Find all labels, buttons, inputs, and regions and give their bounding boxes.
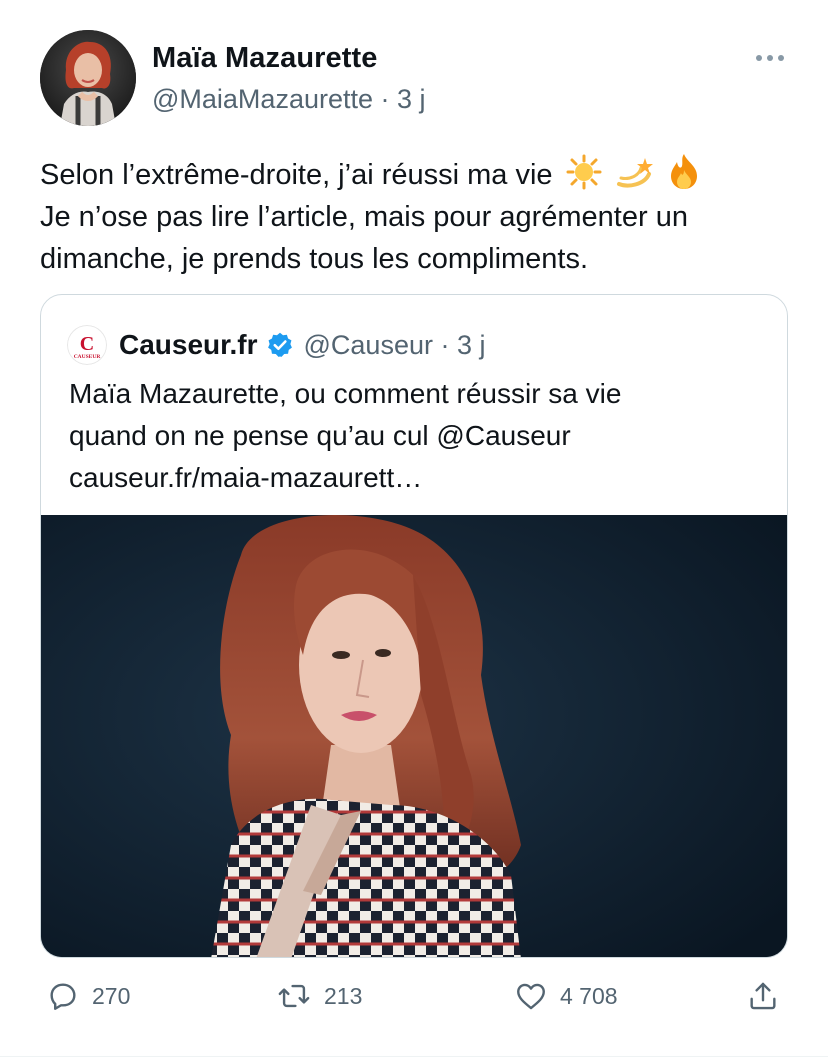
reply-button[interactable]: 270 [46,976,130,1016]
like-count: 4 708 [560,982,618,1009]
quote-line-1: Maïa Mazaurette, ou comment réussir sa v… [69,378,622,409]
quoted-tweet-card[interactable]: C CAUSEUR Causeur.fr @Causeur · 3 j Maïa… [40,294,788,958]
causeur-logo-wordmark: CAUSEUR [74,354,102,360]
quote-text: Maïa Mazaurette, ou comment réussir sa v… [69,373,769,499]
more-icon [756,55,784,61]
author-meta: @MaiaMazaurette · 3 j [152,84,426,115]
retweet-button[interactable]: 213 [276,976,362,1016]
heart-icon [517,983,545,1010]
dizzy-emoji [616,158,653,188]
author-handle[interactable]: @MaiaMazaurette [152,84,373,114]
reply-icon [50,983,76,1010]
quote-time[interactable]: 3 j [457,330,486,360]
sun-emoji [566,154,602,190]
reply-count: 270 [92,982,131,1009]
tweet-time[interactable]: 3 j [397,84,426,114]
share-button[interactable] [746,976,780,1016]
causeur-logo[interactable]: C CAUSEUR [67,325,107,365]
share-icon [750,982,776,1010]
more-options-button[interactable] [748,44,792,72]
author-name[interactable]: Maïa Mazaurette [152,42,378,75]
tweet-actions: 270 213 4 708 [0,976,828,1016]
quote-portrait-photo[interactable] [41,515,787,957]
meta-separator: · [380,84,390,114]
quote-line-2: quand on ne pense qu’au cul @Causeur [69,420,571,451]
quote-header: C CAUSEUR Causeur.fr @Causeur · 3 j [67,325,486,365]
bottom-divider [0,1056,828,1057]
tweet: Maïa Mazaurette @MaiaMazaurette · 3 j Se… [0,0,828,1059]
like-button[interactable]: 4 708 [514,976,618,1016]
tweet-text: Selon l’extrême-droite, j’ai réussi ma v… [40,152,800,280]
quote-link[interactable]: causeur.fr/maia-mazaurett… [69,457,769,499]
quote-handle[interactable]: @Causeur [304,330,433,360]
tweet-line-3: dimanche, je prends tous les compliments… [40,243,589,275]
quote-meta: @Causeur · 3 j [304,330,486,361]
quote-author-name[interactable]: Causeur.fr [119,329,258,361]
causeur-logo-letter: C [80,333,94,355]
quote-separator: · [440,329,450,360]
retweet-icon [278,984,310,1008]
author-avatar[interactable] [40,30,136,126]
retweet-count: 213 [324,982,363,1009]
verified-badge-icon [267,332,292,357]
tweet-line-1: Selon l’extrême-droite, j’ai réussi ma v… [40,152,800,196]
tweet-line-1-text: Selon l’extrême-droite, j’ai réussi ma v… [40,159,553,191]
tweet-line-2: Je n’ose pas lire l’article, mais pour a… [40,201,688,233]
fire-emoji [670,154,697,189]
